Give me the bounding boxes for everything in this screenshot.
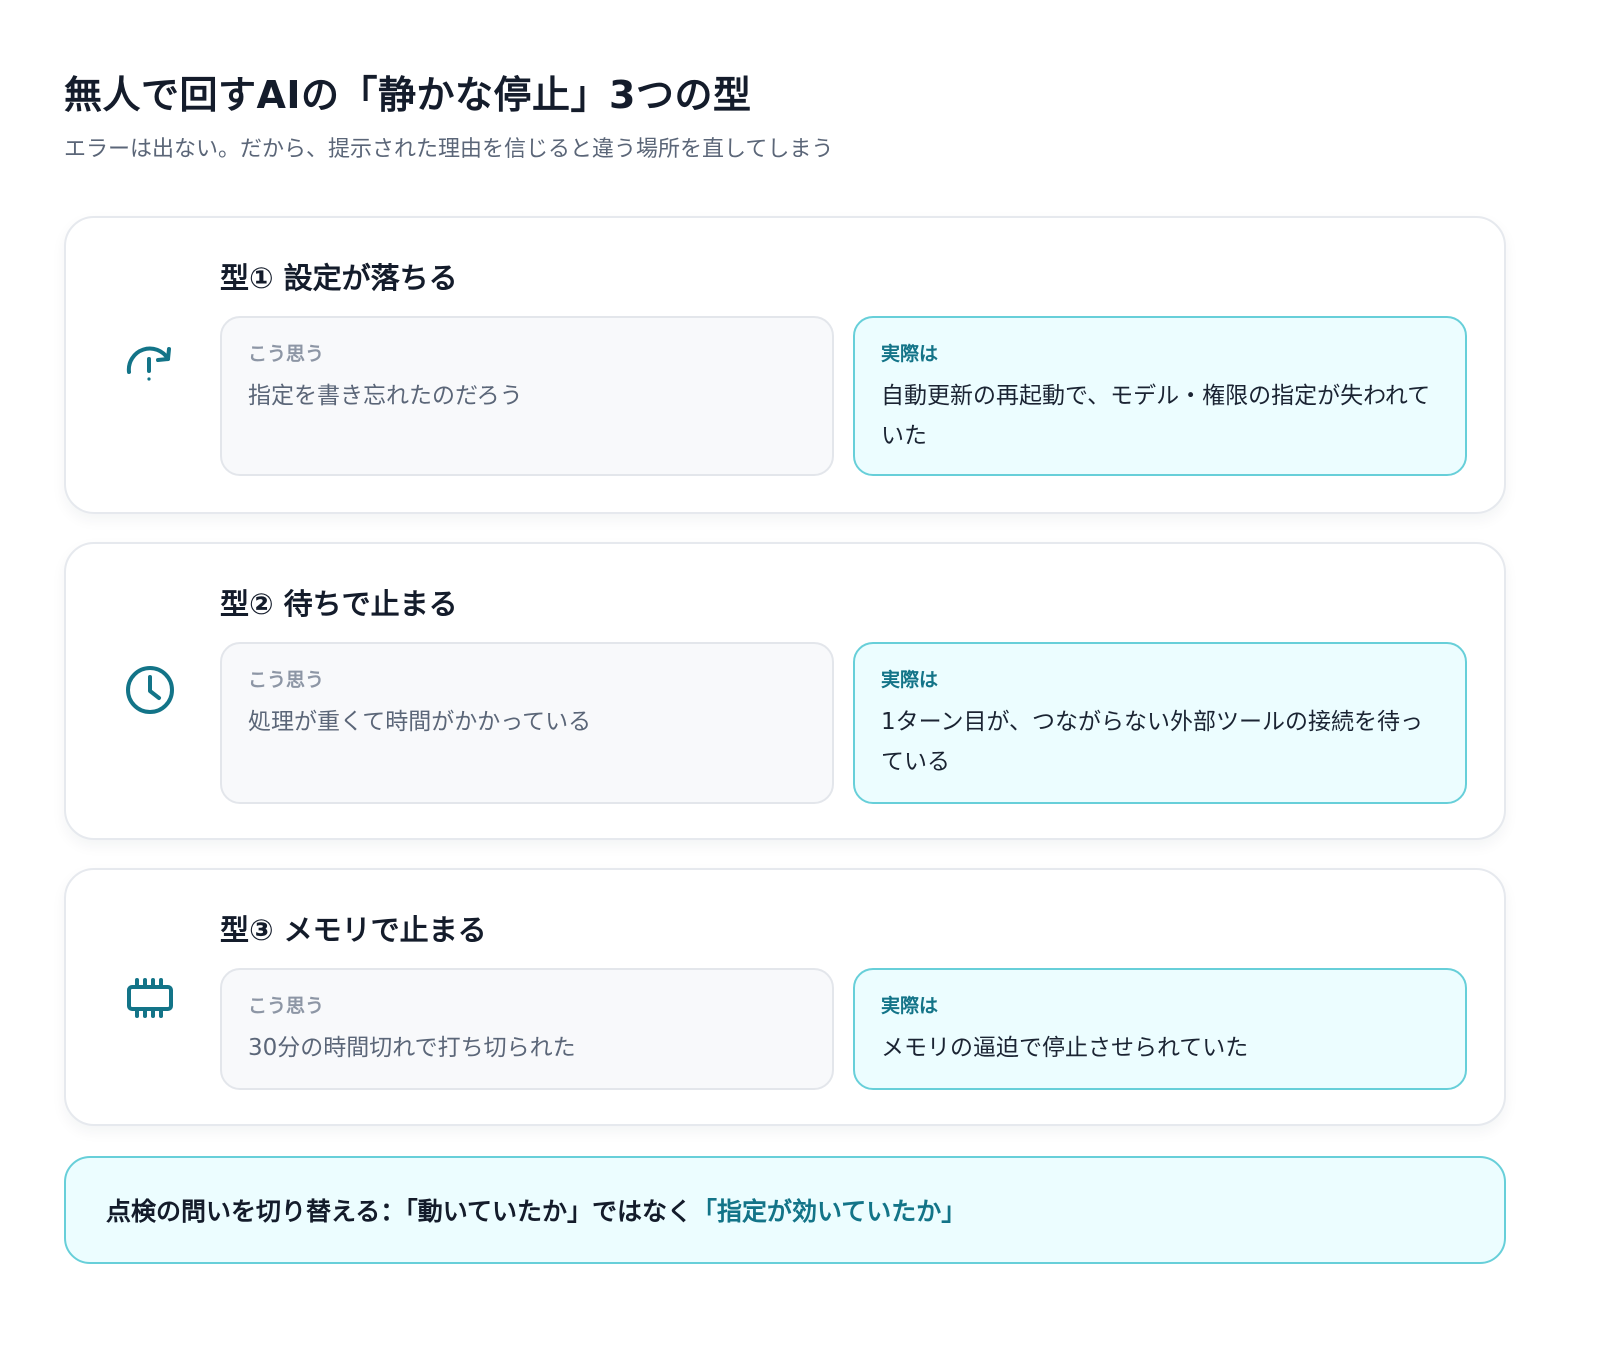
actual-text: 1ターン目が、つながらない外部ツールの接続を待っている xyxy=(881,709,1424,775)
assumption-box: こう思う 30分の時間切れで打ち切られた xyxy=(220,968,834,1090)
takeaway-text: 点検の問いを切り替える：「動いていたか」ではなく xyxy=(106,1197,693,1226)
actual-text: メモリの逼迫で停止させられていた xyxy=(881,1035,1249,1061)
assumption-box: こう思う 処理が重くて時間がかかっている xyxy=(220,642,834,804)
actual-box: 実際は 自動更新の再起動で、モデル・権限の指定が失われていた xyxy=(853,316,1467,476)
pattern-card-2: 型② 待ちで止まる こう思う 処理が重くて時間がかかっている 実際は 1ターン目… xyxy=(64,542,1506,840)
clock-icon xyxy=(122,662,178,718)
page-title: 無人で回すAIの「静かな停止」3つの型 xyxy=(64,73,752,117)
header: 無人で回すAIの「静かな停止」3つの型 エラーは出ない。だから、提示された理由を… xyxy=(64,70,1524,166)
pattern-card-3: 型③ メモリで止まる こう思う 30分の時間切れで打ち切られた 実際は メモリの… xyxy=(64,868,1506,1126)
page-subtitle: エラーは出ない。だから、提示された理由を信じると違う場所を直してしまう xyxy=(64,137,834,162)
assumption-label: こう思う xyxy=(248,995,325,1017)
takeaway-highlight: 「指定が効いていたか」 xyxy=(692,1197,967,1226)
card-title: 型③ メモリで止まる xyxy=(220,913,487,947)
assumption-text: 処理が重くて時間がかかっている xyxy=(248,709,592,735)
actual-box: 実際は メモリの逼迫で停止させられていた xyxy=(853,968,1467,1090)
actual-box: 実際は 1ターン目が、つながらない外部ツールの接続を待っている xyxy=(853,642,1467,804)
memory-chip-icon xyxy=(122,970,178,1026)
actual-text: 自動更新の再起動で、モデル・権限の指定が失われていた xyxy=(881,383,1431,449)
actual-label: 実際は xyxy=(881,669,939,691)
pattern-card-1: 型① 設定が落ちる こう思う 指定を書き忘れたのだろう 実際は 自動更新の再起動… xyxy=(64,216,1506,514)
actual-label: 実際は xyxy=(881,995,939,1017)
card-title: 型② 待ちで止まる xyxy=(220,587,458,621)
assumption-label: こう思う xyxy=(248,343,325,365)
refresh-warning-icon xyxy=(122,334,178,390)
assumption-box: こう思う 指定を書き忘れたのだろう xyxy=(220,316,834,476)
assumption-text: 指定を書き忘れたのだろう xyxy=(248,383,523,409)
actual-label: 実際は xyxy=(881,343,939,365)
key-takeaway-box: 点検の問いを切り替える：「動いていたか」ではなく 「指定が効いていたか」 xyxy=(64,1156,1506,1264)
assumption-text: 30分の時間切れで打ち切られた xyxy=(248,1035,576,1061)
assumption-label: こう思う xyxy=(248,669,325,691)
card-title: 型① 設定が落ちる xyxy=(220,261,458,295)
